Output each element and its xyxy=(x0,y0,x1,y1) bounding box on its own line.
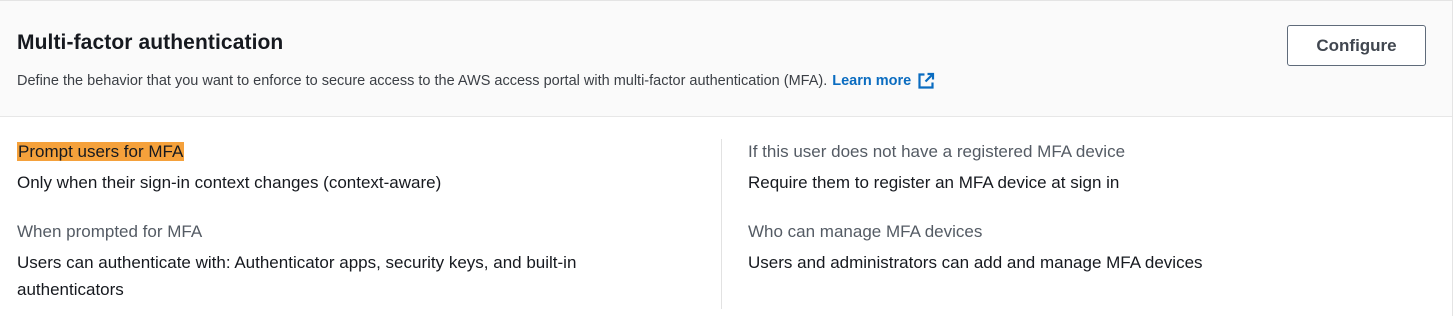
field-who-can-manage-mfa-devices: Who can manage MFA devices Users and adm… xyxy=(748,219,1428,276)
learn-more-label: Learn more xyxy=(832,73,912,89)
field-value: Users can authenticate with: Authenticat… xyxy=(17,253,577,299)
field-value: Only when their sign-in context changes … xyxy=(17,173,442,192)
panel-description: Define the behavior that you want to enf… xyxy=(17,72,935,90)
field-label: Prompt users for MFA xyxy=(17,139,697,165)
field-prompt-users-for-mfa: Prompt users for MFA Only when their sig… xyxy=(17,139,697,196)
field-value: Users and administrators can add and man… xyxy=(748,253,1203,272)
highlighted-label: Prompt users for MFA xyxy=(17,142,185,161)
mfa-settings-panel: Multi-factor authentication Define the b… xyxy=(0,0,1453,316)
learn-more-link[interactable]: Learn more xyxy=(832,72,935,90)
field-label: When prompted for MFA xyxy=(17,222,203,241)
field-label: If this user does not have a registered … xyxy=(748,142,1126,161)
external-link-icon xyxy=(918,72,935,89)
description-text: Define the behavior that you want to enf… xyxy=(17,73,828,89)
field-when-prompted-for-mfa: When prompted for MFA Users can authenti… xyxy=(17,219,697,303)
field-label: Who can manage MFA devices xyxy=(748,222,983,241)
right-column: If this user does not have a registered … xyxy=(748,139,1428,276)
field-value: Require them to register an MFA device a… xyxy=(748,173,1120,192)
panel-header: Multi-factor authentication Define the b… xyxy=(0,1,1452,117)
panel-title: Multi-factor authentication xyxy=(17,31,284,54)
left-column: Prompt users for MFA Only when their sig… xyxy=(17,139,697,303)
column-divider xyxy=(721,139,722,309)
field-no-registered-mfa-device: If this user does not have a registered … xyxy=(748,139,1428,196)
configure-button[interactable]: Configure xyxy=(1287,25,1426,66)
